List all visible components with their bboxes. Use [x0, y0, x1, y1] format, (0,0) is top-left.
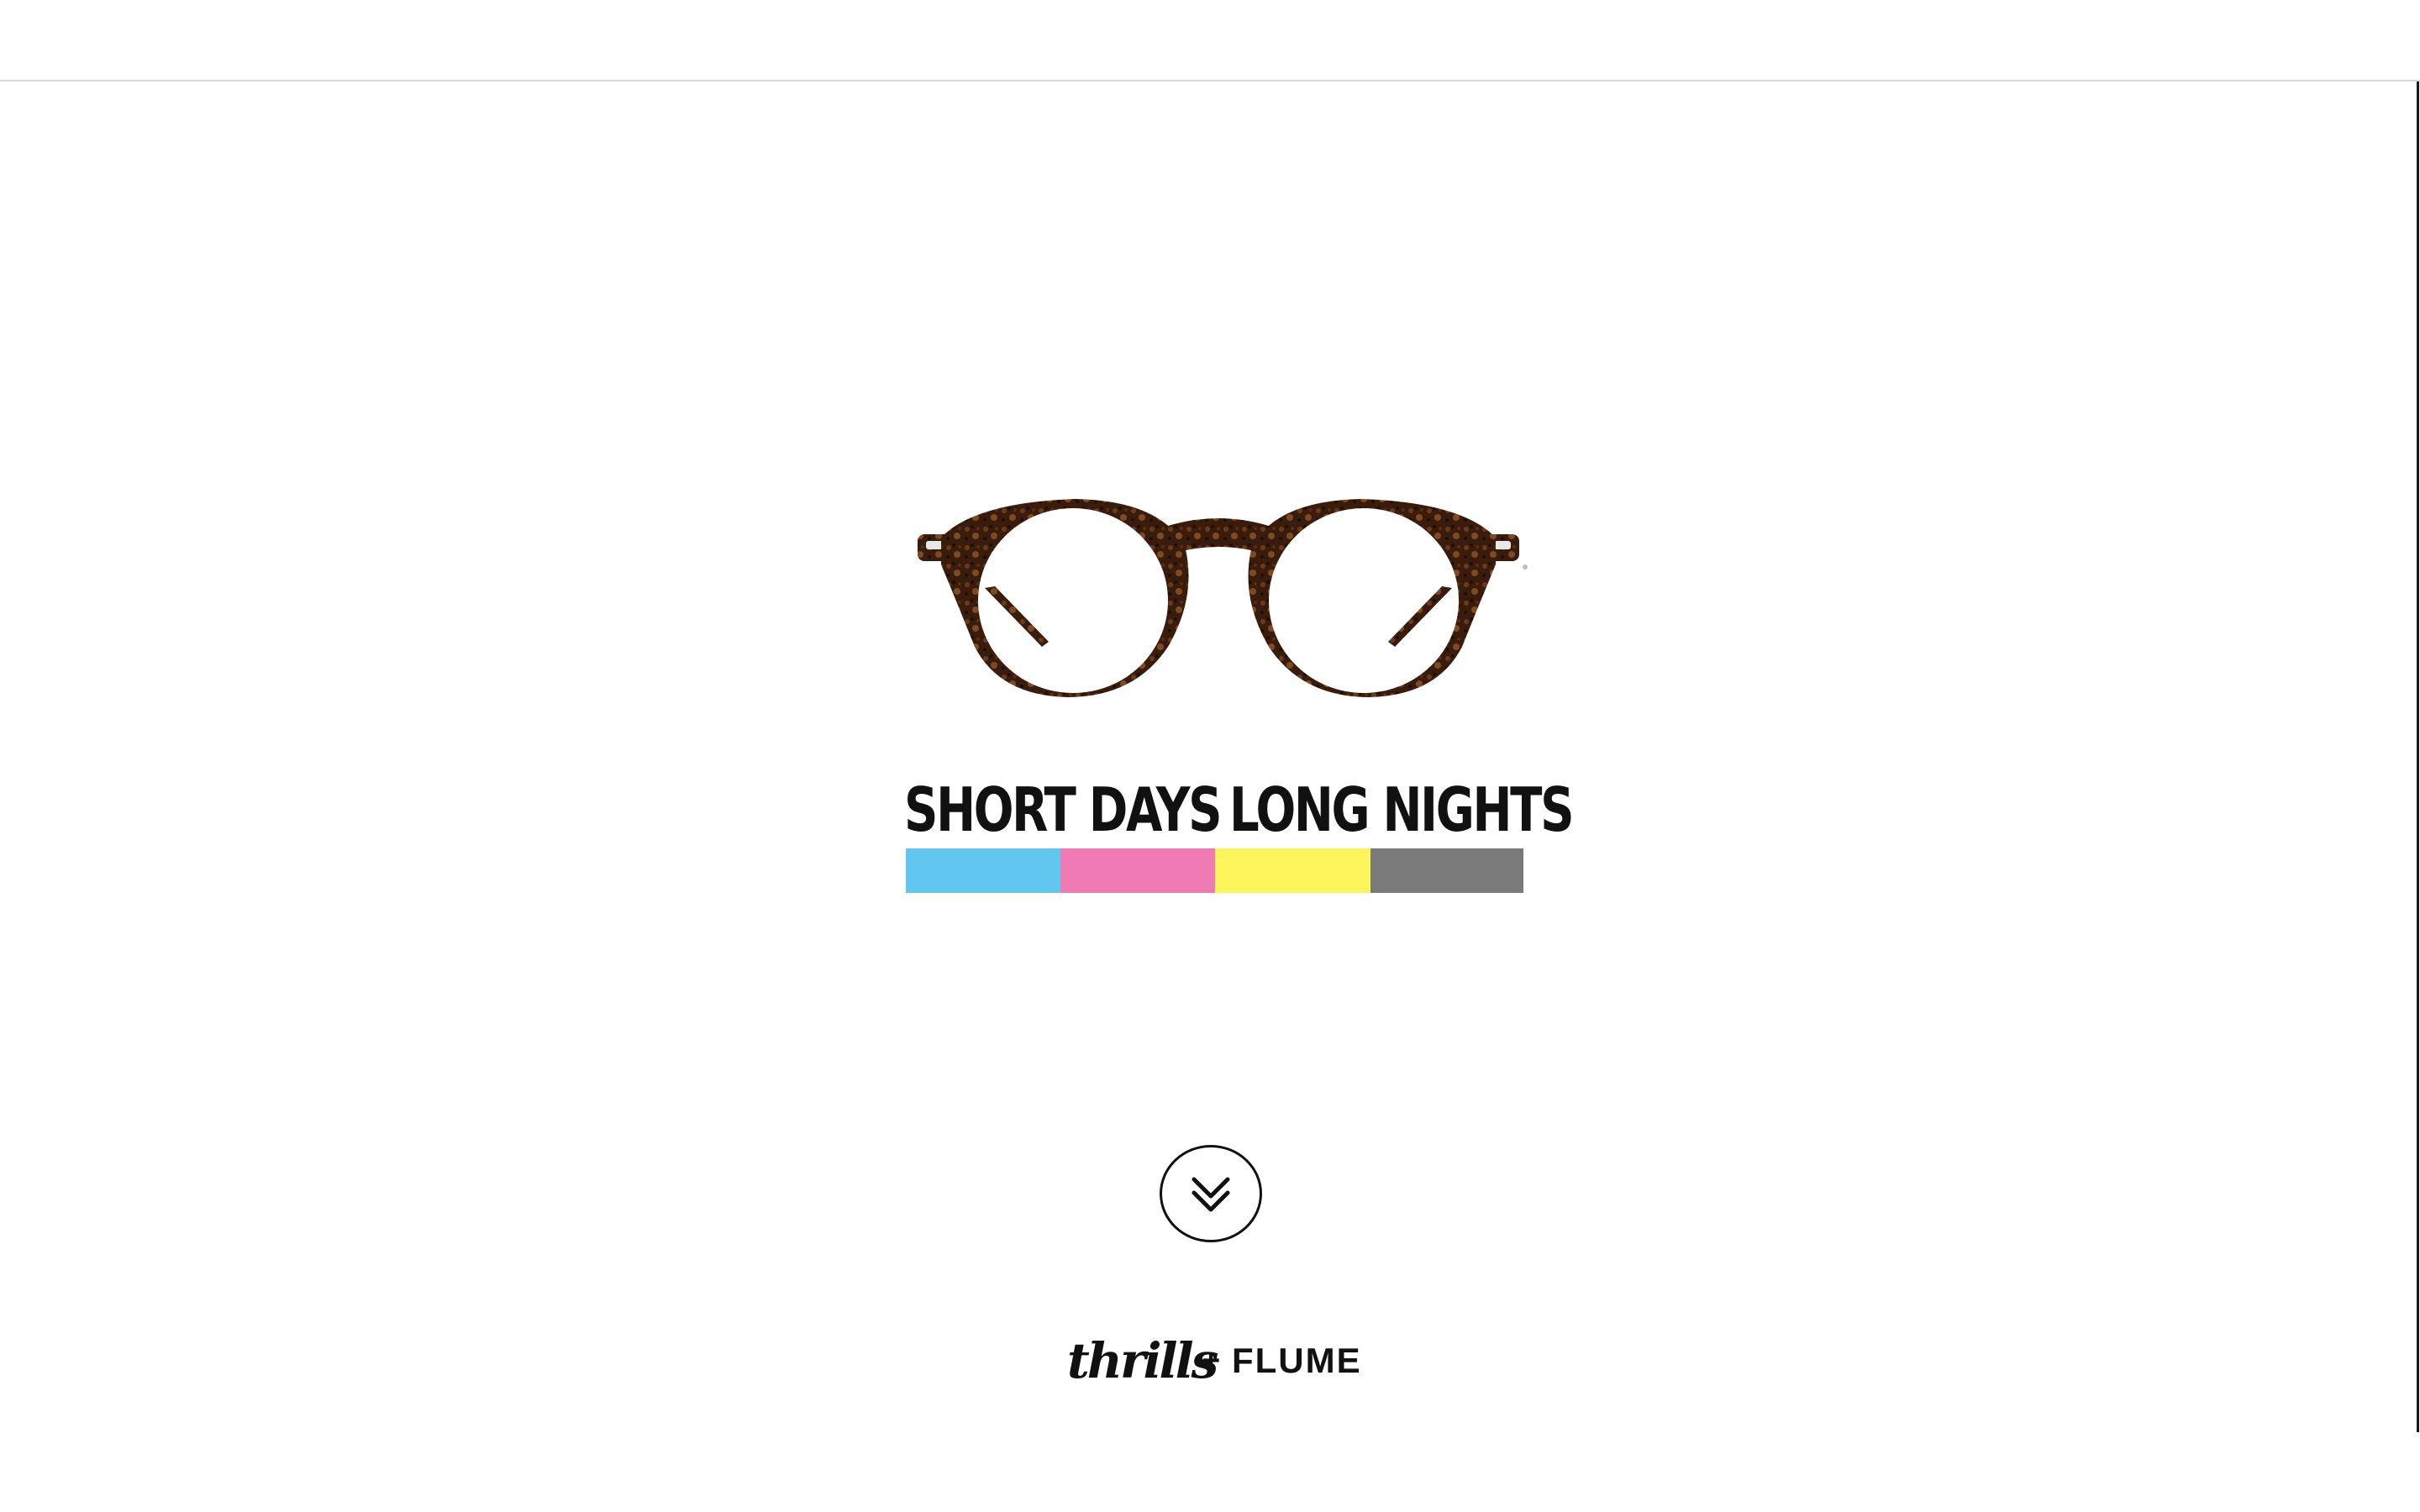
tagline-short-days: SHORT DAYS [904, 774, 1223, 845]
brand-flume: FLUME [1232, 1341, 1362, 1380]
landing-page: SHORT DAYS LONG NIGHTS thrills + FLUME [0, 0, 2420, 1512]
stripe-gray [1370, 848, 1523, 893]
double-chevron-down-icon [1192, 1177, 1230, 1212]
scroll-down-button[interactable] [1160, 1145, 1262, 1242]
top-bar [0, 0, 2420, 81]
glasses-illustration [918, 499, 1528, 697]
stripe-pink [1060, 848, 1215, 893]
tagline: SHORT DAYS LONG NIGHTS [904, 773, 1575, 847]
stripe-blue [906, 848, 1060, 893]
tagline-long-nights: LONG NIGHTS [1229, 774, 1575, 845]
brand-logo: thrills + FLUME [1067, 1331, 1370, 1390]
brand-plus: + [1202, 1343, 1221, 1378]
stripe-yellow [1215, 848, 1370, 893]
window-edge [2417, 81, 2419, 1432]
glasses-image [908, 487, 1529, 714]
brand-thrills: thrills [1067, 1332, 1218, 1389]
color-stripe-bar [906, 848, 1523, 893]
